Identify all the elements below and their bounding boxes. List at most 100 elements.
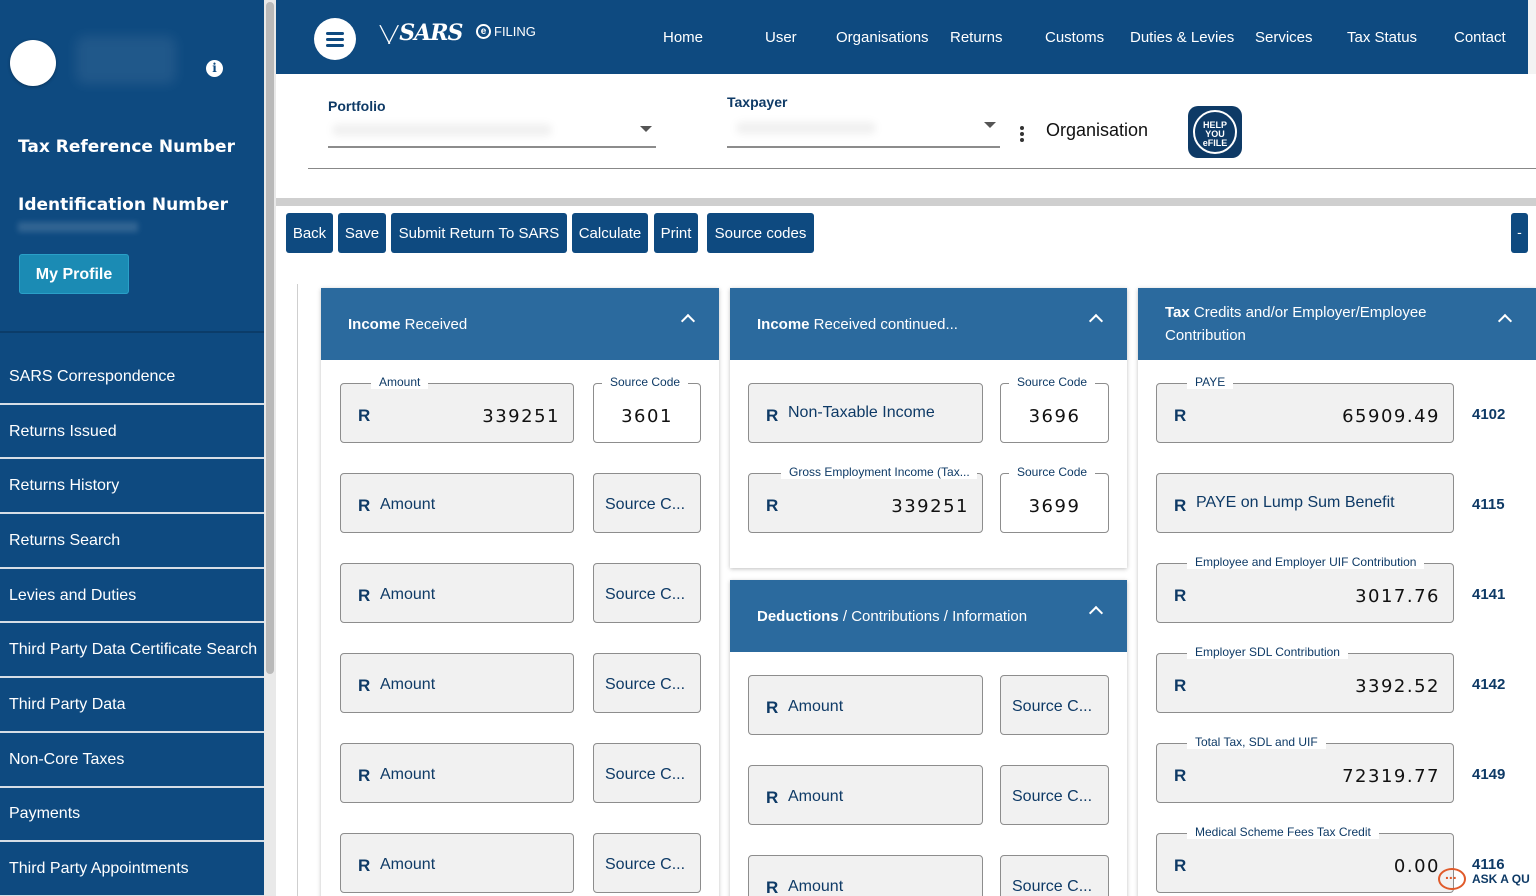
ask-a-question-button[interactable]: ASK A QU (1438, 866, 1530, 890)
nav-home[interactable]: Home (663, 0, 703, 74)
nav-returns[interactable]: Returns (950, 0, 1003, 74)
back-button[interactable]: Back (286, 213, 333, 253)
source-code-field[interactable]: Source Code 3699 (1000, 465, 1109, 533)
currency-label: R (1174, 676, 1187, 695)
source-code-field[interactable]: Source C... (1000, 855, 1109, 896)
source-code-value: 3696 (1028, 406, 1081, 427)
sidebar-item-payments[interactable]: Payments (0, 788, 264, 843)
tax-credits-header[interactable]: Tax Credits and/or Employer/Employee Con… (1138, 288, 1536, 360)
taxpayer-select[interactable] (727, 146, 1000, 148)
income-received-header[interactable]: Income Received (321, 288, 719, 360)
sidebar-item-third-party-data[interactable]: Third Party Data (0, 678, 264, 733)
save-button[interactable]: Save (338, 213, 386, 253)
chevron-up-icon[interactable] (1088, 313, 1104, 329)
currency-label: R (766, 788, 779, 807)
nav-user[interactable]: User (765, 0, 797, 74)
print-button[interactable]: Print (654, 213, 698, 253)
return-form-content: Income Received Amount R 339251 Source C… (276, 266, 1536, 896)
uif-contribution-field[interactable]: Employee and Employer UIF Contribution R… (1156, 555, 1454, 623)
source-codes-button[interactable]: Source codes (707, 213, 814, 253)
medical-scheme-credit-field[interactable]: Medical Scheme Fees Tax Credit R 0.00 (1156, 825, 1454, 893)
amount-placeholder: Amount (380, 856, 436, 873)
amount-field[interactable]: R Amount (340, 563, 574, 623)
total-tax-legend: Total Tax, SDL and UIF (1187, 735, 1326, 749)
help-badge-text: HELP YOU eFILE (1193, 110, 1237, 154)
amount-placeholder: Amount (380, 586, 436, 603)
source-code-field[interactable]: Source C... (1000, 765, 1109, 825)
currency-label: R (358, 766, 371, 785)
help-you-efile-badge[interactable]: HELP YOU eFILE (1188, 106, 1242, 158)
non-taxable-income-field[interactable]: R Non-Taxable Income (748, 383, 983, 443)
total-tax-field[interactable]: Total Tax, SDL and UIF R 72319.77 (1156, 735, 1454, 803)
calculate-button[interactable]: Calculate (572, 213, 648, 253)
source-code-field[interactable]: Source Code 3696 (1000, 375, 1109, 443)
sidebar-item-returns-history[interactable]: Returns History (0, 459, 264, 515)
source-code-label: 4115 (1472, 496, 1505, 513)
currency-label: R (358, 496, 371, 515)
source-code-field[interactable]: Source Code 3601 (593, 375, 701, 443)
portfolio-label: Portfolio (328, 98, 386, 114)
source-code-field[interactable]: Source C... (593, 833, 701, 893)
chevron-up-icon[interactable] (1088, 605, 1104, 621)
sidebar-scrollbar[interactable] (264, 0, 276, 896)
nav-organisations[interactable]: Organisations (836, 0, 929, 74)
amount-field[interactable]: R Amount (340, 833, 574, 893)
amount-placeholder: Amount (380, 496, 436, 513)
hamburger-menu-icon[interactable] (314, 18, 356, 60)
amount-value: 339251 (482, 406, 560, 427)
info-icon[interactable]: i (206, 60, 223, 77)
source-code-field[interactable]: Source C... (593, 473, 701, 533)
nav-contact[interactable]: Contact (1454, 0, 1506, 74)
collapse-button[interactable]: - (1511, 213, 1528, 253)
sars-logo[interactable]: ╲╱SARS (380, 20, 463, 46)
avatar[interactable] (10, 40, 56, 86)
source-code-field[interactable]: Source C... (593, 743, 701, 803)
sidebar-item-returns-issued[interactable]: Returns Issued (0, 405, 264, 460)
amount-field[interactable]: R Amount (340, 473, 574, 533)
taxpayer-dropdown-icon[interactable] (984, 122, 996, 128)
scrollbar-thumb[interactable] (266, 2, 274, 674)
amount-field[interactable]: R Amount (340, 653, 574, 713)
topbar-edge (1528, 0, 1536, 74)
amount-field[interactable]: Amount R 339251 (340, 375, 574, 443)
sidebar-item-third-party-data-certificate-search[interactable]: Third Party Data Certificate Search (0, 623, 264, 679)
source-code-placeholder: Source C... (605, 676, 686, 693)
sidebar-item-sars-correspondence[interactable]: SARS Correspondence (0, 350, 264, 405)
my-profile-button[interactable]: My Profile (19, 254, 129, 294)
nav-customs[interactable]: Customs (1045, 0, 1104, 74)
sidebar-nav: SARS Correspondence Returns Issued Retur… (0, 350, 264, 896)
more-options-icon[interactable] (1020, 126, 1024, 144)
chevron-up-icon[interactable] (1497, 313, 1513, 329)
chevron-up-icon[interactable] (680, 313, 696, 329)
source-code-field[interactable]: Source C... (1000, 675, 1109, 735)
sdl-contribution-field[interactable]: Employer SDL Contribution R 3392.52 (1156, 645, 1454, 713)
currency-label: R (766, 496, 779, 515)
amount-placeholder: Amount (788, 698, 844, 715)
paye-lump-sum-placeholder: PAYE on Lump Sum Benefit (1196, 494, 1395, 511)
medical-scheme-value: 0.00 (1393, 856, 1440, 877)
source-code-placeholder: Source C... (605, 586, 686, 603)
portfolio-dropdown-icon[interactable] (640, 126, 652, 132)
amount-field[interactable]: R Amount (748, 855, 983, 896)
gross-employment-income-field[interactable]: Gross Employment Income (Tax... R 339251 (748, 465, 983, 533)
sidebar-item-returns-search[interactable]: Returns Search (0, 514, 264, 569)
source-code-legend: Source Code (1009, 465, 1096, 479)
nav-tax-status[interactable]: Tax Status (1347, 0, 1417, 74)
submit-return-button[interactable]: Submit Return To SARS (391, 213, 567, 253)
source-code-field[interactable]: Source C... (593, 563, 701, 623)
portfolio-select[interactable] (328, 146, 656, 148)
sidebar-item-non-core-taxes[interactable]: Non-Core Taxes (0, 733, 264, 788)
amount-field[interactable]: R Amount (340, 743, 574, 803)
sidebar-item-levies-and-duties[interactable]: Levies and Duties (0, 569, 264, 624)
amount-field[interactable]: R Amount (748, 765, 983, 825)
nav-duties-levies[interactable]: Duties & Levies (1130, 0, 1234, 74)
income-received-continued-header[interactable]: Income Received continued... (730, 288, 1127, 360)
nav-services[interactable]: Services (1255, 0, 1313, 74)
uif-legend: Employee and Employer UIF Contribution (1187, 555, 1425, 569)
deductions-header[interactable]: Deductions / Contributions / Information (730, 580, 1127, 652)
source-code-field[interactable]: Source C... (593, 653, 701, 713)
paye-field[interactable]: PAYE R 65909.49 (1156, 375, 1454, 443)
paye-lump-sum-field[interactable]: R PAYE on Lump Sum Benefit (1156, 473, 1454, 533)
sidebar-item-third-party-appointments[interactable]: Third Party Appointments (0, 842, 264, 896)
amount-field[interactable]: R Amount (748, 675, 983, 735)
